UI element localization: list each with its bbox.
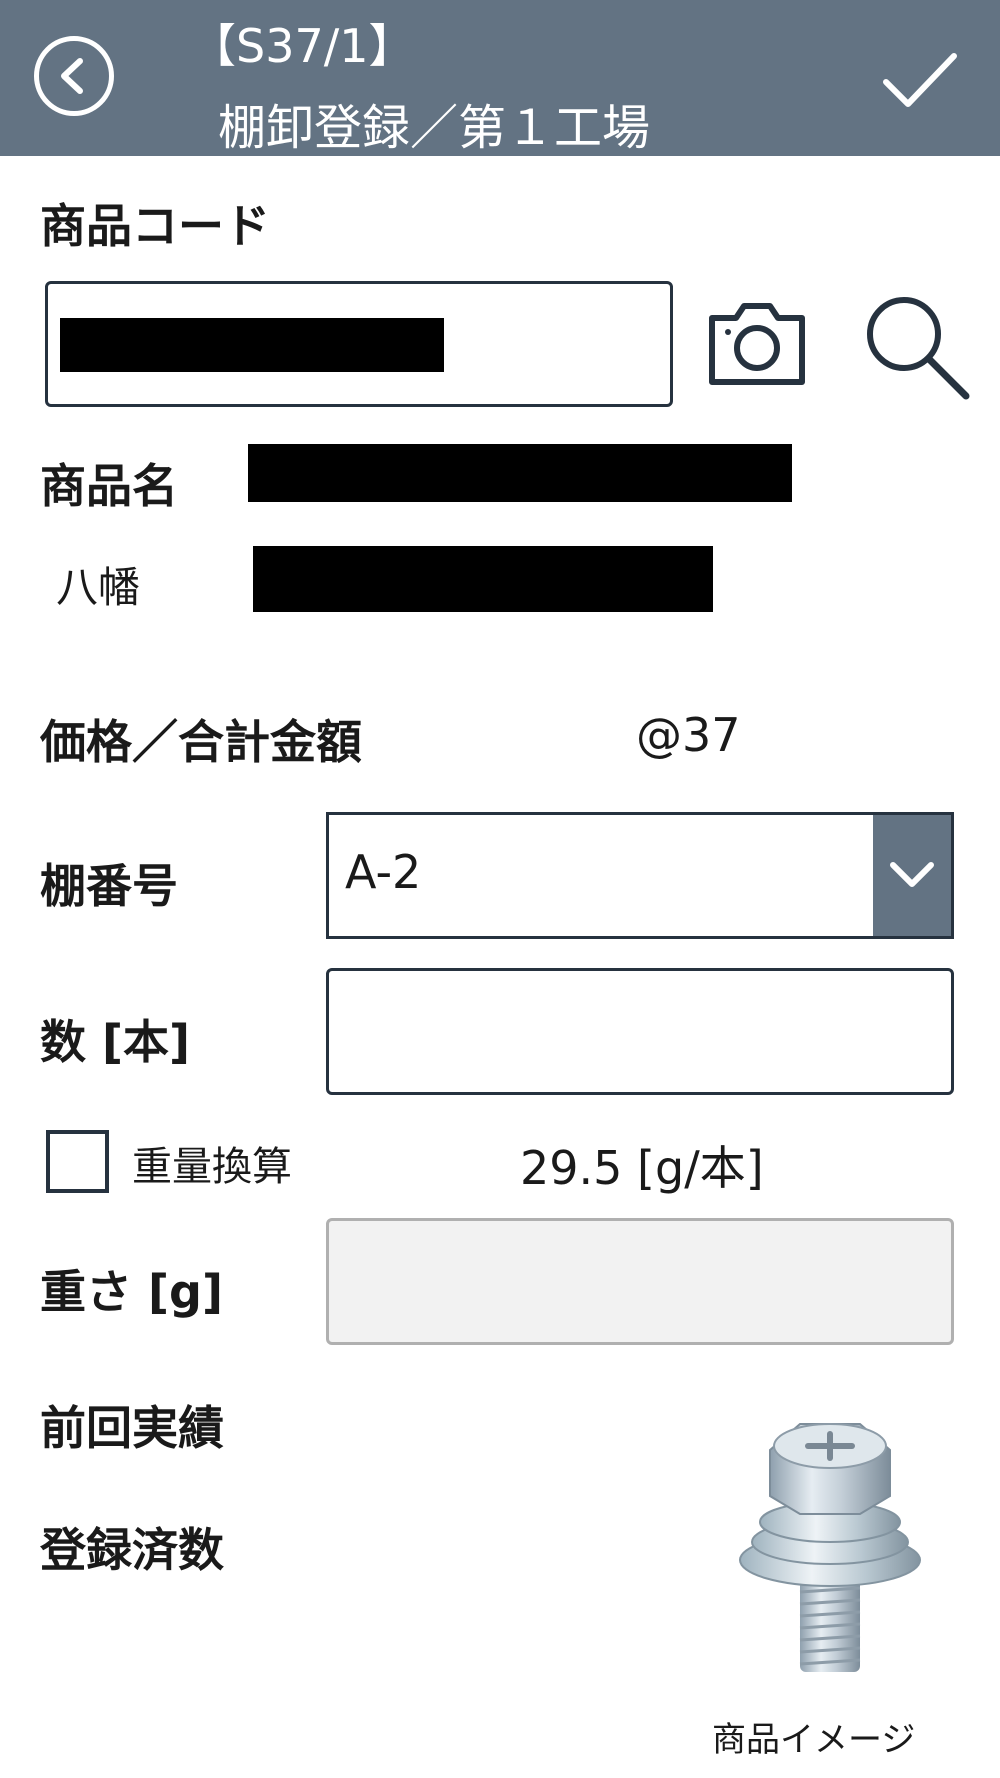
search-icon <box>867 297 970 400</box>
camera-scan-button[interactable] <box>706 300 808 388</box>
price-total-label: 価格／合計金額 <box>40 715 362 769</box>
shelf-number-label: 棚番号 <box>40 859 178 913</box>
maker-label: 八幡 <box>56 563 141 612</box>
search-button[interactable] <box>862 292 972 404</box>
product-code-value-redacted <box>60 318 444 372</box>
registered-count-label: 登録済数 <box>40 1523 224 1577</box>
weight-conversion-label: 重量換算 <box>132 1144 292 1190</box>
shelf-number-select[interactable]: A-2 <box>326 812 954 939</box>
weight-conversion-checkbox[interactable] <box>46 1130 109 1193</box>
chevron-down-icon <box>890 862 934 887</box>
confirm-button[interactable] <box>880 48 960 114</box>
weight-label: 重さ [g] <box>40 1265 223 1319</box>
back-button[interactable] <box>34 36 114 116</box>
maker-value-redacted <box>253 546 713 612</box>
app-header: 【S37/1】 棚卸登録／第１工場 <box>0 0 1000 156</box>
unit-weight-value: 29.5 [g/本] <box>520 1141 764 1195</box>
inventory-registration-screen: 【S37/1】 棚卸登録／第１工場 商品コード 商品名 八幡 価格／合計金額 @… <box>0 0 1000 1778</box>
product-name-label: 商品名 <box>40 459 178 513</box>
unit-price-value: @37 <box>636 708 741 762</box>
weight-input <box>326 1218 954 1345</box>
screen-code: 【S37/1】 <box>190 19 415 73</box>
product-image-caption: 商品イメージ <box>712 1720 916 1760</box>
product-code-label: 商品コード <box>40 199 270 253</box>
previous-record-label: 前回実績 <box>40 1401 224 1455</box>
chevron-left-icon <box>61 58 83 94</box>
bolt-image <box>739 1423 921 1672</box>
camera-icon <box>709 303 805 385</box>
page-title: 棚卸登録／第１工場 <box>218 100 651 156</box>
quantity-label: 数 [本] <box>40 1015 191 1069</box>
shelf-dropdown-toggle[interactable] <box>873 815 951 936</box>
quantity-input[interactable] <box>326 968 954 1095</box>
shelf-number-selected: A-2 <box>345 845 422 899</box>
product-image <box>730 1410 930 1680</box>
product-code-input[interactable] <box>45 281 673 407</box>
product-name-value-redacted <box>248 444 792 502</box>
checkmark-icon <box>883 53 957 107</box>
